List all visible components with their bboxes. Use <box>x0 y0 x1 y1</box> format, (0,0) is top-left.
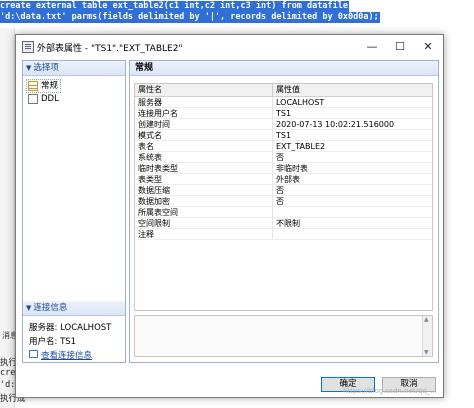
property-name: 创建时间 <box>135 119 273 130</box>
properties-grid: 属性名 属性值 服务器 LOCALHOST 连接用户名 TS1 创建时间 2020-07-… <box>134 83 433 311</box>
property-row[interactable]: 数据加密否 <box>135 196 432 207</box>
property-row[interactable]: 表类型 外部表 <box>135 174 432 185</box>
sql-line-1[interactable]: create external table ext_table2(c1 int,… <box>0 1 349 12</box>
property-name: 服务器 <box>135 97 273 108</box>
external-table-properties-dialog: 外部表属性 - "TS1"."EXT_TABLE2" — ☐ ✕ ▼ 选择项 常规… <box>15 34 444 398</box>
property-value: 否 <box>273 196 432 207</box>
property-row[interactable]: 连接用户名 TS1 <box>135 108 432 119</box>
close-button[interactable]: ✕ <box>416 37 440 57</box>
property-value: TS1 <box>273 130 432 141</box>
editor-gutter <box>0 28 15 408</box>
options-panel: ▼ 选择项 常规 DDL ▼ 连接信息 服务器: LOCALHOST 用户名: TS… <box>22 60 126 363</box>
property-row[interactable]: 所属表空间 <box>135 207 432 218</box>
property-name: 注释 <box>135 229 273 240</box>
general-panel-header: 常规 <box>130 61 438 76</box>
property-value <box>273 207 432 218</box>
dialog-title: 外部表属性 - "TS1"."EXT_TABLE2" <box>37 44 183 54</box>
property-value: 不限制 <box>273 218 432 229</box>
property-row[interactable]: 服务器 LOCALHOST <box>135 97 432 108</box>
description-box <box>134 315 433 357</box>
property-name: 数据加密 <box>135 196 273 207</box>
property-name: 连接用户名 <box>135 108 273 119</box>
nav-item-ddl[interactable]: DDL <box>27 93 61 105</box>
property-row[interactable]: 注释 <box>135 229 432 240</box>
property-name: 空间限制 <box>135 218 273 229</box>
property-name: 所属表空间 <box>135 207 273 218</box>
column-header-name[interactable]: 属性名 <box>135 84 273 96</box>
property-name: 模式名 <box>135 130 273 141</box>
property-row[interactable]: 空间限制 不限制 <box>135 218 432 229</box>
grid-header: 属性名 属性值 <box>135 84 432 97</box>
property-name: 表名 <box>135 141 273 152</box>
column-header-value[interactable]: 属性值 <box>273 84 432 96</box>
property-row[interactable]: 创建时间 2020-07-13 10:02:21.516000 <box>135 119 432 130</box>
property-name: 系统表 <box>135 152 273 163</box>
property-name: 表类型 <box>135 174 273 185</box>
property-value: LOCALHOST <box>273 97 432 108</box>
sql-line-2[interactable]: 'd:\data.txt' parms(fields delimited by … <box>0 12 380 23</box>
options-header-label: 选择项 <box>33 63 59 73</box>
nav-item-label: DDL <box>41 94 59 104</box>
property-row[interactable]: 表名 EXT_TABLE2 <box>135 141 432 152</box>
property-name: 临时表类型 <box>135 163 273 174</box>
nav-item-label: 常规 <box>41 81 59 91</box>
view-connection-link[interactable]: 查看连接信息 <box>29 349 92 361</box>
user-info: 用户名: TS1 <box>29 337 77 347</box>
grid-icon <box>28 81 38 91</box>
property-name: 数据压缩 <box>135 185 273 196</box>
view-connection-label: 查看连接信息 <box>41 351 93 361</box>
property-value: 外部表 <box>273 174 432 185</box>
property-value: EXT_TABLE2 <box>273 141 432 152</box>
connection-header-label: 连接信息 <box>33 303 68 313</box>
property-row[interactable]: 模式名 TS1 <box>135 130 432 141</box>
options-section-header[interactable]: ▼ 选择项 <box>23 61 125 76</box>
general-header-label: 常规 <box>135 63 154 73</box>
connection-section-header[interactable]: ▼ 连接信息 <box>23 301 125 316</box>
property-value: 否 <box>273 185 432 196</box>
property-value <box>273 229 432 240</box>
watermark: https://blog.csdn.net/qq_... <box>343 387 437 395</box>
nav-item-general[interactable]: 常规 <box>25 79 62 93</box>
dialog-titlebar[interactable]: 外部表属性 - "TS1"."EXT_TABLE2" — ☐ ✕ <box>16 35 443 59</box>
property-row[interactable]: 数据压缩否 <box>135 185 432 196</box>
minimize-button[interactable]: — <box>360 37 384 57</box>
connection-icon <box>29 350 38 358</box>
table-icon <box>22 41 34 53</box>
general-panel: 常规 属性名 属性值 服务器 LOCALHOST 连接用户名 TS1 创建时间 2020-… <box>129 60 439 363</box>
property-value: 否 <box>273 152 432 163</box>
server-info: 服务器: LOCALHOST <box>29 323 112 333</box>
collapse-arrow-icon: ▼ <box>26 64 32 72</box>
description-scrollbar[interactable] <box>422 316 432 356</box>
maximize-button[interactable]: ☐ <box>388 37 412 57</box>
property-value: 2020-07-13 10:02:21.516000 <box>273 119 432 130</box>
property-value: TS1 <box>273 108 432 119</box>
property-row[interactable]: 系统表否 <box>135 152 432 163</box>
property-row[interactable]: 临时表类型 非临时表 <box>135 163 432 174</box>
property-value: 非临时表 <box>273 163 432 174</box>
collapse-arrow-icon: ▼ <box>26 304 32 312</box>
document-icon <box>28 94 38 104</box>
